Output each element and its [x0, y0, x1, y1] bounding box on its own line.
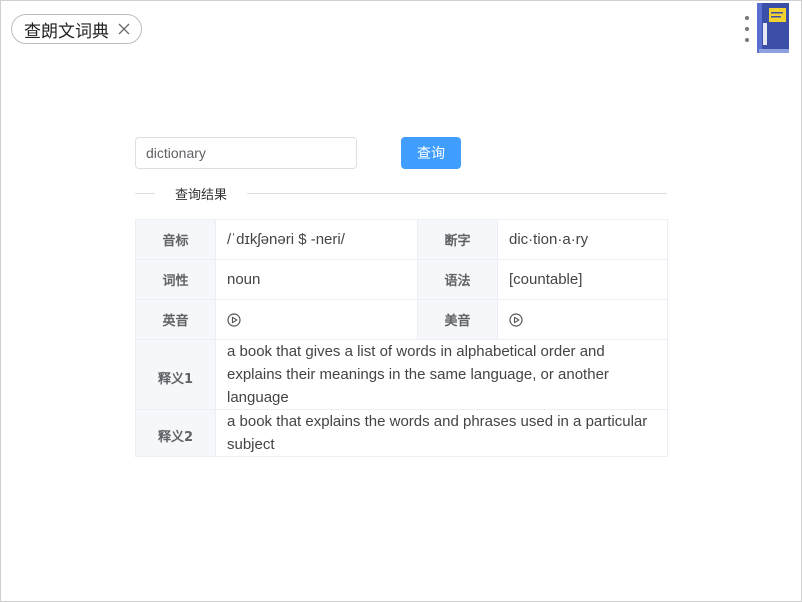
more-menu-icon[interactable] [741, 16, 753, 42]
play-circle-icon[interactable] [227, 313, 241, 327]
grammar-value: [countable] [497, 259, 668, 300]
table-row: 词性 noun 语法 [countable] [135, 259, 668, 300]
table-row: 音标 /ˈdɪkʃənəri $ -neri/ 断字 dic·tion·a·ry [135, 219, 668, 260]
search-input[interactable] [135, 137, 357, 169]
uk-audio-label: 英音 [135, 299, 216, 340]
table-row: 释义2 a book that explains the words and p… [135, 409, 668, 457]
pos-value: noun [215, 259, 418, 300]
pronunciation-label: 音标 [135, 219, 216, 260]
search-button[interactable]: 查询 [401, 137, 461, 169]
tab-title: 查朗文词典 [24, 21, 109, 42]
us-audio-cell [497, 299, 668, 340]
hyphenation-value: dic·tion·a·ry [497, 219, 668, 260]
table-row: 释义1 a book that gives a list of words in… [135, 339, 668, 410]
dictionary-book-icon [757, 3, 789, 53]
pos-label: 词性 [135, 259, 216, 300]
result-table: 音标 /ˈdɪkʃənəri $ -neri/ 断字 dic·tion·a·ry… [135, 219, 668, 457]
definition1-value: a book that gives a list of words in alp… [215, 339, 668, 410]
definition1-label: 释义1 [135, 339, 216, 410]
tab-chip[interactable]: 查朗文词典 [11, 14, 142, 44]
hyphenation-label: 断字 [417, 219, 498, 260]
uk-audio-cell [215, 299, 418, 340]
us-audio-label: 美音 [417, 299, 498, 340]
table-row: 英音 美音 [135, 299, 668, 340]
pronunciation-value: /ˈdɪkʃənəri $ -neri/ [215, 219, 418, 260]
definition2-label: 释义2 [135, 409, 216, 457]
close-icon[interactable] [117, 22, 131, 36]
definition2-value: a book that explains the words and phras… [215, 409, 668, 457]
play-circle-icon[interactable] [509, 313, 523, 327]
divider-label: 查询结果 [155, 184, 248, 203]
grammar-label: 语法 [417, 259, 498, 300]
